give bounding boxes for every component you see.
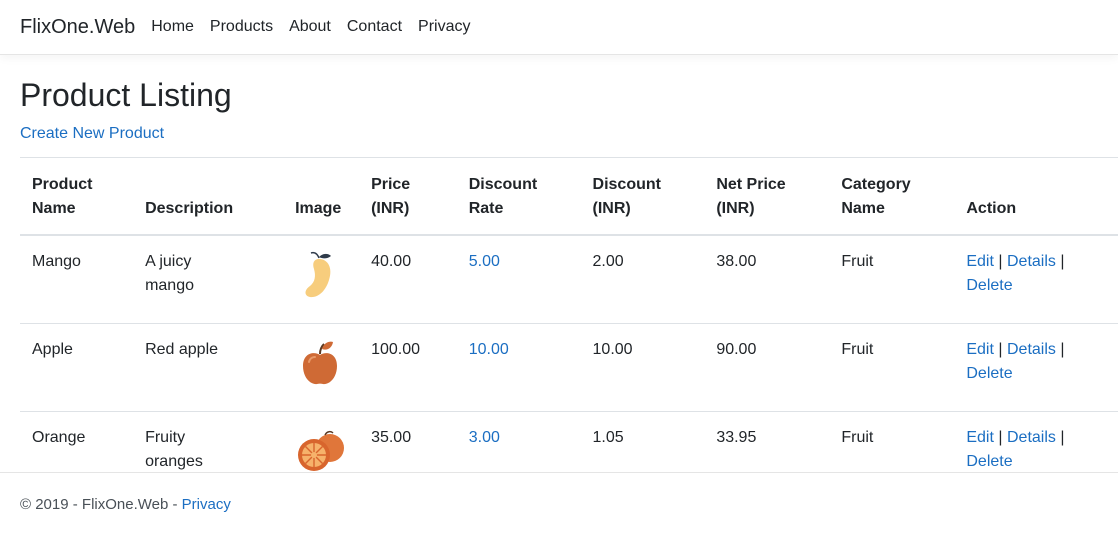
header-image: Image <box>283 157 360 236</box>
product-discount-rate: 5.00 <box>457 235 581 324</box>
delete-link[interactable]: Delete <box>966 277 1012 294</box>
header-discount: Discount (INR) <box>580 157 705 236</box>
page-footer: © 2019 - FlixOne.Web - Privacy <box>0 472 1118 533</box>
product-category: Fruit <box>841 253 874 270</box>
product-description: Red apple <box>133 323 284 412</box>
product-table: Product Name Description Image Price (INR)… <box>20 157 1118 499</box>
discount-rate-link[interactable]: 5.00 <box>469 253 500 270</box>
product-description: A juicy mango <box>145 253 194 294</box>
nav-link-home[interactable]: Home <box>151 18 194 36</box>
details-link[interactable]: Details <box>1007 253 1056 270</box>
header-category-name: Category Name <box>829 157 955 236</box>
discount-rate-link[interactable]: 10.00 <box>469 341 509 358</box>
product-image <box>283 235 359 324</box>
header-price: Price (INR) <box>359 157 457 236</box>
product-category: Fruit <box>829 323 955 412</box>
edit-link[interactable]: Edit <box>966 341 994 358</box>
action-separator: | <box>998 341 1003 358</box>
product-actions: Edit | Details | Delete <box>954 235 1118 324</box>
table-row: Apple Red apple 100.00 10.00 10.00 90.00… <box>20 323 1118 412</box>
nav-link-about[interactable]: About <box>289 18 331 36</box>
product-discount-rate: 10.00 <box>456 323 581 412</box>
edit-link[interactable]: Edit <box>966 253 994 270</box>
product-discount: 10.00 <box>580 323 705 412</box>
product-name: Apple <box>20 323 134 412</box>
product-image <box>283 323 360 412</box>
product-price: 100.00 <box>359 323 457 412</box>
delete-link[interactable]: Delete <box>966 453 1012 470</box>
footer-copyright: © 2019 - FlixOne.Web - <box>20 496 182 513</box>
details-link[interactable]: Details <box>1007 341 1056 358</box>
nav-link-contact[interactable]: Contact <box>347 18 402 36</box>
header-description: Description <box>133 157 284 236</box>
footer-privacy-link[interactable]: Privacy <box>182 496 231 513</box>
header-discount-rate: Discount Rate <box>456 157 581 236</box>
action-separator: | <box>998 253 1003 270</box>
product-price: 40.00 <box>371 253 412 270</box>
top-navbar: FlixOne.Web Home Products About Contact … <box>0 0 1118 55</box>
details-link[interactable]: Details <box>1007 429 1056 446</box>
main-content: Product Listing Create New Product Produ… <box>0 55 1118 499</box>
delete-link[interactable]: Delete <box>966 365 1012 382</box>
header-net-price: Net Price (INR) <box>704 157 830 236</box>
product-actions: Edit | Details | Delete <box>954 323 1118 412</box>
discount-rate-link[interactable]: 3.00 <box>469 429 500 446</box>
mango-icon <box>305 251 332 298</box>
header-action: Action <box>954 157 1118 236</box>
header-product-name: Product Name <box>20 157 134 236</box>
table-header-row: Product Name Description Image Price (INR)… <box>20 157 1118 236</box>
action-separator: | <box>1060 429 1065 446</box>
product-discount: 2.00 <box>592 253 624 270</box>
product-net-price: 90.00 <box>704 323 830 412</box>
nav-link-privacy[interactable]: Privacy <box>418 18 470 36</box>
table-row: Mango A juicy mango 40.00 5.00 2.00 38.00… <box>20 235 1118 324</box>
create-new-product-link[interactable]: Create New Product <box>20 125 164 143</box>
action-separator: | <box>998 429 1003 446</box>
action-separator: | <box>1060 253 1065 270</box>
brand-link[interactable]: FlixOne.Web <box>20 16 135 39</box>
page-title: Product Listing <box>20 77 232 113</box>
product-name: Mango <box>32 253 81 270</box>
edit-link[interactable]: Edit <box>966 429 994 446</box>
product-net-price: 38.00 <box>716 253 757 270</box>
action-separator: | <box>1060 341 1065 358</box>
apple-icon <box>303 341 338 385</box>
orange-icon <box>298 430 345 471</box>
nav-link-products[interactable]: Products <box>210 18 273 36</box>
